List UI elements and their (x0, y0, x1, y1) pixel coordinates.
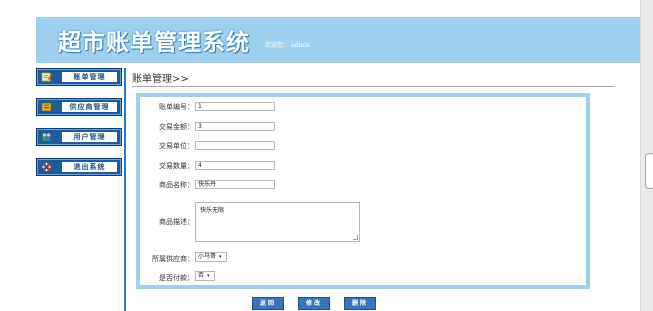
welcome-text: 欢迎您： admin (265, 40, 310, 49)
delete-button[interactable]: 删除 (344, 297, 376, 310)
back-button[interactable]: 返回 (252, 297, 284, 310)
amount-field[interactable]: 3 (195, 122, 275, 131)
scrollbar-thumb[interactable] (645, 153, 653, 189)
provider-select[interactable]: 小马哥 ▾ (195, 252, 227, 262)
provider-selected-value: 小马哥 (198, 253, 217, 260)
product-desc-value: 快乐无限 (200, 207, 225, 214)
vertical-scrollbar[interactable] (640, 0, 653, 311)
page-title: 账单管理>> (132, 74, 189, 85)
sidebar-item-user-management[interactable]: 用户管理 (36, 128, 122, 146)
sidebar: 账单管理 供应商管理 用户管理 退出系统 (36, 68, 122, 188)
username: admin (291, 42, 310, 49)
welcome-prefix: 欢迎您： (265, 42, 290, 49)
modify-button[interactable]: 修改 (298, 297, 330, 310)
book-icon (41, 102, 52, 112)
bill-form: 账单编号： 1 交易金额： 3 交易单位： 交易数量： 4 商品名称： 快乐丹 … (136, 93, 590, 289)
quantity-field[interactable]: 4 (195, 161, 275, 170)
title-divider (132, 86, 615, 87)
product-desc-textarea[interactable]: 快乐无限 (195, 202, 360, 242)
chevron-down-icon: ▾ (219, 254, 222, 260)
product-name-label: 商品名称： (159, 181, 194, 189)
paid-selected-value: 否 (198, 272, 205, 279)
sidebar-item-provider-management[interactable]: 供应商管理 (36, 98, 122, 116)
paid-select[interactable]: 否 ▾ (195, 271, 215, 281)
sidebar-item-label: 退出系统 (62, 162, 117, 172)
sidebar-item-logout[interactable]: 退出系统 (36, 158, 122, 176)
chevron-down-icon: ▾ (207, 273, 210, 279)
sidebar-item-label: 供应商管理 (62, 102, 117, 112)
amount-label: 交易金额： (159, 123, 194, 131)
notepad-icon (41, 72, 53, 82)
product-desc-label: 商品描述： (159, 218, 194, 226)
unit-label: 交易单位： (159, 142, 194, 150)
quantity-label: 交易数量： (159, 162, 194, 170)
paid-label: 是否付款： (159, 274, 194, 282)
unit-field[interactable] (195, 141, 275, 150)
users-icon (41, 132, 52, 142)
header-banner: 超市账单管理系统 欢迎您： admin (36, 17, 640, 63)
bill-code-field[interactable]: 1 (195, 102, 275, 111)
provider-label: 所属供应商： (152, 255, 194, 263)
sidebar-item-label: 用户管理 (62, 132, 117, 142)
sidebar-item-label: 账单管理 (62, 72, 117, 82)
bill-code-label: 账单编号： (159, 103, 194, 111)
sidebar-item-bill-management[interactable]: 账单管理 (36, 68, 122, 86)
product-name-field[interactable]: 快乐丹 (195, 180, 275, 189)
resize-handle-icon[interactable] (353, 235, 358, 240)
lifebuoy-icon (41, 162, 52, 172)
app-title: 超市账单管理系统 (58, 30, 250, 56)
